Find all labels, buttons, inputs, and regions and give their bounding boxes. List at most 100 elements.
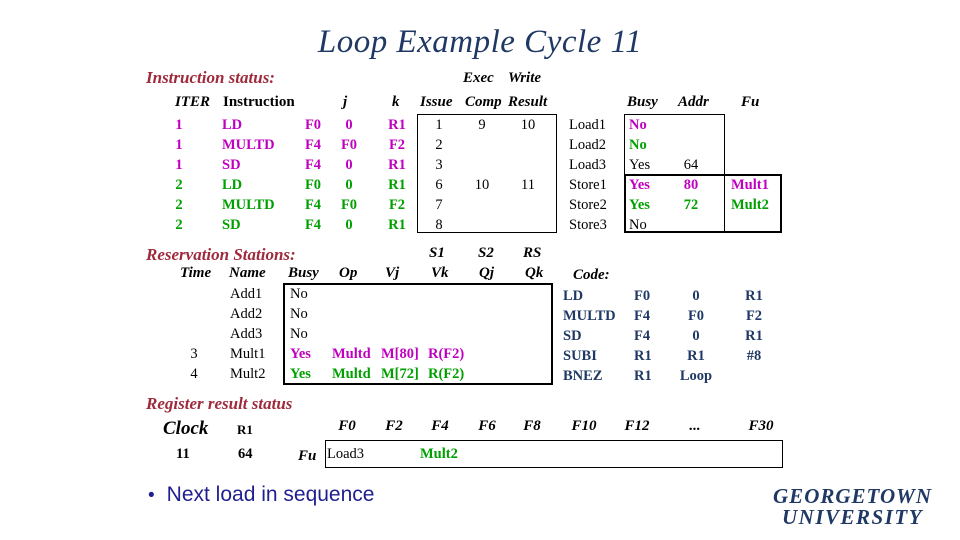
rs-row-vj: M[72]	[381, 366, 419, 382]
r1-value: 64	[238, 446, 253, 462]
col-header-issue: Issue	[420, 94, 453, 110]
code-line-op: BNEZ	[563, 368, 603, 384]
instr-row-k: F2	[388, 197, 406, 213]
register-column-header: F2	[385, 418, 403, 434]
code-line-arg1: R1	[634, 348, 652, 364]
load-store-row-busy: No	[629, 117, 647, 133]
col-header-result: Result	[508, 94, 548, 110]
instruction-status-caption: Instruction status:	[146, 68, 275, 87]
instr-row-iter: 2	[175, 217, 183, 233]
instr-row-dest: F0	[304, 177, 322, 193]
bullet-line: • Next load in sequence	[148, 483, 374, 507]
col-header-rs: RS	[523, 245, 542, 261]
instr-row-dest: F4	[304, 157, 322, 173]
logo-line-2: UNIVERSITY	[781, 505, 924, 529]
col-header-iter: ITER	[175, 94, 211, 110]
load-store-row-busy: Yes	[629, 177, 650, 193]
rs-row-vk: R(F2)	[428, 366, 465, 382]
code-line-arg3: R1	[745, 328, 763, 344]
col-header-k: k	[392, 94, 400, 110]
instr-row-j: F0	[340, 197, 358, 213]
instr-row-result: 11	[521, 177, 535, 193]
load-store-row-fu: Mult2	[731, 197, 769, 213]
instr-row-dest: F4	[304, 137, 322, 153]
load-store-row-name: Load2	[569, 137, 607, 153]
instr-row-dest: F4	[304, 217, 322, 233]
code-line-op: SUBI	[563, 348, 597, 364]
load-store-row-addr: 72	[683, 197, 699, 213]
rs-row-busy: No	[290, 286, 308, 302]
code-line-op: MULTD	[563, 308, 616, 324]
rs-row-name: Add1	[230, 286, 263, 302]
bullet-text: Next load in sequence	[166, 483, 375, 506]
instr-row-iter: 2	[175, 177, 183, 193]
col-header-name: Name	[229, 265, 266, 281]
instr-row-dest: F0	[304, 117, 322, 133]
clock-value: 11	[176, 446, 190, 462]
load-store-row-name: Store1	[569, 177, 607, 193]
col-header-vj: Vj	[385, 265, 400, 281]
code-caption: Code:	[573, 267, 610, 283]
col-header-qj: Qj	[479, 265, 494, 281]
instr-row-iter: 1	[175, 157, 183, 173]
rs-row-busy: Yes	[290, 366, 311, 382]
rs-row-op: Multd	[332, 346, 371, 362]
register-column-header: F8	[523, 418, 541, 434]
register-column-header: F0	[338, 418, 356, 434]
instr-row-op: MULTD	[222, 137, 275, 153]
instr-row-op: SD	[222, 157, 241, 173]
col-header-qk: Qk	[525, 265, 544, 281]
load-store-row-busy: Yes	[629, 157, 651, 173]
instr-row-j: F0	[340, 137, 358, 153]
slide-title: Loop Example Cycle 11	[317, 24, 643, 60]
register-column-header: F4	[431, 418, 449, 434]
load-store-row-name: Store2	[569, 197, 607, 213]
instr-row-j: 0	[345, 177, 353, 193]
code-line-arg1: F4	[634, 308, 651, 324]
logo-line-1: GEORGETOWN	[773, 484, 932, 508]
instr-row-iter: 2	[175, 197, 183, 213]
col-header-s2: S2	[478, 245, 494, 261]
code-line-arg3: #8	[746, 348, 762, 364]
instr-row-k: R1	[388, 217, 406, 233]
code-line-arg3: R1	[745, 288, 763, 304]
register-column-value: Load3	[327, 446, 365, 462]
code-line-arg2: R1	[687, 348, 705, 364]
instr-row-issue: 8	[435, 217, 443, 233]
rs-row-vj: M[80]	[381, 346, 419, 362]
code-line-arg3: F2	[745, 308, 763, 324]
instr-row-comp: 10	[474, 177, 490, 193]
load-store-row-addr: 64	[683, 157, 699, 173]
rs-row-time: 3	[190, 346, 198, 362]
instr-row-iter: 1	[175, 117, 183, 133]
code-line-arg1: F4	[634, 328, 651, 344]
col-header-vk: Vk	[431, 265, 449, 281]
load-store-row-name: Store3	[569, 217, 607, 233]
reservation-stations-caption: Reservation Stations:	[146, 245, 296, 264]
instr-row-issue: 1	[435, 117, 443, 133]
register-status-box	[325, 440, 783, 468]
col-header-comp: Comp	[465, 94, 502, 110]
clock-label: Clock	[163, 418, 209, 439]
fu-row-label: Fu	[298, 448, 317, 464]
instr-row-issue: 3	[435, 157, 443, 173]
instr-row-op: LD	[222, 117, 243, 133]
rs-row-busy: Yes	[290, 346, 311, 362]
instr-row-op: MULTD	[222, 197, 275, 213]
col-header-busy-ls: Busy	[627, 94, 658, 110]
load-store-row-name: Load3	[569, 157, 607, 173]
code-line-arg2: 0	[692, 288, 700, 304]
instr-row-issue: 6	[435, 177, 443, 193]
code-line-op: LD	[563, 288, 584, 304]
rs-row-name: Add2	[230, 306, 263, 322]
load-store-row-busy: No	[629, 217, 647, 233]
load-store-row-busy: No	[629, 137, 647, 153]
rs-row-op: Multd	[332, 366, 371, 382]
col-header-op: Op	[339, 265, 358, 281]
rs-row-name: Mult2	[230, 366, 266, 382]
georgetown-university-logo: GEORGETOWN UNIVERSITY	[750, 486, 955, 528]
instr-row-op: SD	[222, 217, 241, 233]
instr-row-k: R1	[388, 177, 406, 193]
load-store-row-busy: Yes	[629, 197, 650, 213]
rs-row-time: 4	[190, 366, 198, 382]
